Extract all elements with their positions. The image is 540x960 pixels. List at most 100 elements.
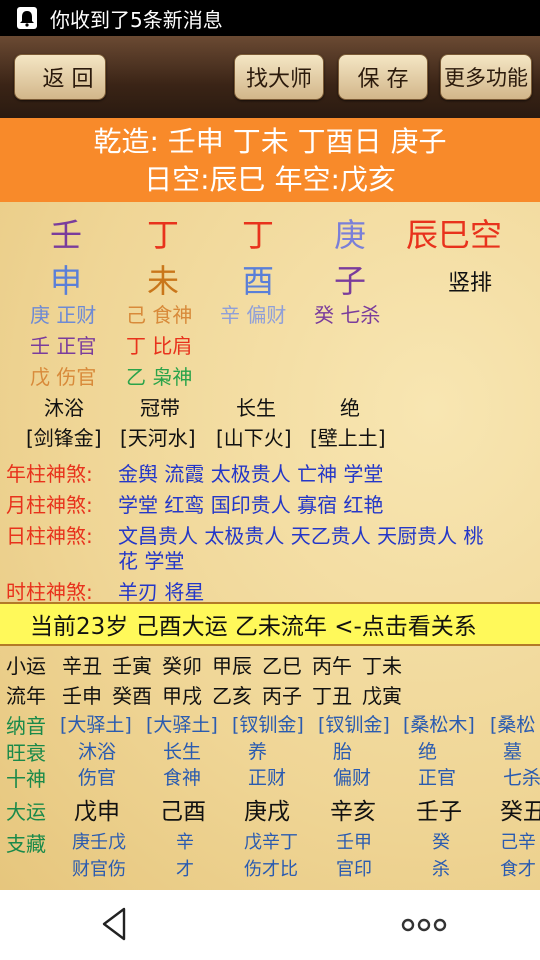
wangshuai-cell: 养 — [248, 741, 268, 763]
find-master-button[interactable]: 找大师 — [234, 54, 324, 100]
wangshuai-cell: 胎 — [333, 741, 353, 763]
xiaoyun-cell: 辛丑 — [62, 654, 102, 678]
wangshuai-cell: 沐浴 — [78, 741, 117, 763]
nayin-row-cell: [大驿土] — [146, 714, 218, 736]
nayin: [壁上土] — [310, 426, 386, 450]
xiaoyun-cell: 丙午 — [312, 654, 352, 678]
liunian-cell: 癸酉 — [112, 684, 152, 708]
dayun-cell: 戊申 — [74, 799, 120, 825]
zhicang-label: 支藏 — [6, 832, 46, 856]
xiaoyun-cell: 乙巳 — [262, 654, 302, 678]
nayin-row-label: 纳音 — [6, 714, 46, 738]
wangshuai-cell: 绝 — [418, 741, 438, 763]
dayun-cell: 癸丑 — [500, 799, 540, 825]
zhicang-cell: 伤才比 — [244, 859, 298, 880]
wangshuai-cell: 墓 — [503, 741, 523, 763]
branch-year: 申 — [50, 262, 83, 300]
shishen-cell: 伤官 — [78, 767, 117, 789]
shensha-label: 年柱神煞: — [6, 462, 93, 486]
notification-message: 你收到了5条新消息 — [50, 7, 223, 32]
current-luck-bar[interactable]: 当前23岁 己酉大运 乙未流年 <-点击看关系 — [0, 602, 540, 646]
nayin: [天河水] — [120, 426, 196, 450]
vertical-toggle[interactable]: 竖排 — [448, 265, 492, 297]
liunian-cell: 丁丑 — [312, 684, 352, 708]
notification-bell-icon — [14, 5, 40, 31]
xiaoyun-label: 小运 — [6, 654, 46, 678]
liunian-cell: 戊寅 — [362, 684, 402, 708]
dayun-cell: 辛亥 — [330, 799, 376, 825]
branch-day: 酉 — [242, 262, 275, 300]
hidden-stem: 庚 正财 — [30, 303, 97, 327]
shishen-cell: 食神 — [163, 767, 202, 789]
dayun-label: 大运 — [6, 800, 46, 824]
zhicang-cell: 辛 — [176, 832, 194, 853]
liunian-cell: 壬申 — [62, 684, 102, 708]
nayin-row-cell: [钗钏金] — [232, 714, 304, 736]
back-nav-icon[interactable] — [96, 904, 136, 944]
shensha-label: 时柱神煞: — [6, 580, 93, 604]
dayun-cell: 壬子 — [416, 799, 462, 825]
more-functions-button[interactable]: 更多功能 — [440, 54, 532, 100]
zhicang-cell: 才 — [176, 859, 194, 880]
shensha-label: 日柱神煞: — [6, 524, 93, 548]
xiaoyun-cell: 丁未 — [362, 654, 402, 678]
stem-year: 壬 — [50, 216, 83, 254]
stem-day: 丁 — [242, 216, 275, 254]
save-button[interactable]: 保 存 — [338, 54, 428, 100]
status-bar: 你收到了5条新消息 — [0, 0, 540, 36]
life-stage: 绝 — [340, 396, 360, 420]
zhicang-cell: 官印 — [336, 859, 372, 880]
dayun-cell: 己酉 — [160, 799, 206, 825]
nayin: [剑锋金] — [26, 426, 102, 450]
dayun-cell: 庚戌 — [244, 799, 290, 825]
shishen-cell: 正官 — [418, 767, 457, 789]
void-label: 辰巳空 — [406, 216, 503, 254]
shensha-text: 羊刃 将星 — [118, 580, 205, 604]
branch-hour: 子 — [334, 262, 367, 300]
shensha-text: 金舆 流霞 太极贵人 亡神 学堂 — [118, 462, 384, 486]
zhicang-cell: 财官伤 — [72, 859, 126, 880]
hidden-stem: 戊 伤官 — [30, 365, 97, 389]
top-toolbar: 返 回 找大师 保 存 更多功能 — [0, 36, 540, 118]
shensha-text: 学堂 红鸾 国印贵人 寡宿 红艳 — [118, 493, 384, 517]
zhicang-cell: 杀 — [432, 859, 450, 880]
zhicang-cell: 癸 — [432, 832, 450, 853]
chart-header: 乾造: 壬申 丁未 丁酉日 庚子 日空:辰巳 年空:戊亥 — [0, 118, 540, 202]
header-line2: 日空:辰巳 年空:戊亥 — [144, 163, 396, 196]
nayin-row-cell: [桑松 — [490, 714, 536, 736]
zhicang-cell: 戊辛丁 — [244, 832, 298, 853]
wangshuai-cell: 长生 — [163, 741, 202, 763]
stem-month: 丁 — [147, 216, 180, 254]
zhicang-cell: 庚壬戊 — [72, 832, 126, 853]
xiaoyun-cell: 癸卯 — [162, 654, 202, 678]
life-stage: 沐浴 — [44, 396, 84, 420]
liunian-label: 流年 — [6, 684, 46, 708]
shensha-text: 花 学堂 — [118, 549, 185, 573]
xiaoyun-cell: 壬寅 — [112, 654, 152, 678]
more-dots-icon[interactable] — [398, 912, 450, 938]
system-navbar — [0, 890, 540, 960]
xiaoyun-cell: 甲辰 — [212, 654, 252, 678]
hidden-stem: 壬 正官 — [30, 334, 97, 358]
zhicang-cell: 己辛 — [500, 832, 536, 853]
shensha-label: 月柱神煞: — [6, 493, 93, 517]
branch-month: 未 — [147, 262, 180, 300]
shishen-cell: 正财 — [248, 767, 287, 789]
shishen-cell: 七杀 — [503, 767, 540, 789]
nayin-row-cell: [大驿土] — [60, 714, 132, 736]
nayin-row-cell: [钗钏金] — [318, 714, 390, 736]
liunian-cell: 甲戌 — [162, 684, 202, 708]
shishen-label: 十神 — [6, 767, 46, 791]
nayin-row-cell: [桑松木] — [403, 714, 475, 736]
hidden-stem: 乙 枭神 — [126, 365, 193, 389]
liunian-cell: 乙亥 — [212, 684, 252, 708]
hidden-stem: 丁 比肩 — [126, 334, 193, 358]
back-button[interactable]: 返 回 — [14, 54, 106, 100]
zhicang-cell: 食才 — [500, 859, 536, 880]
liunian-cell: 丙子 — [262, 684, 302, 708]
zhicang-cell: 壬甲 — [336, 832, 372, 853]
wangshuai-label: 旺衰 — [6, 741, 46, 765]
shishen-cell: 偏财 — [333, 767, 372, 789]
hidden-stem: 己 食神 — [126, 303, 193, 327]
life-stage: 冠带 — [140, 396, 180, 420]
